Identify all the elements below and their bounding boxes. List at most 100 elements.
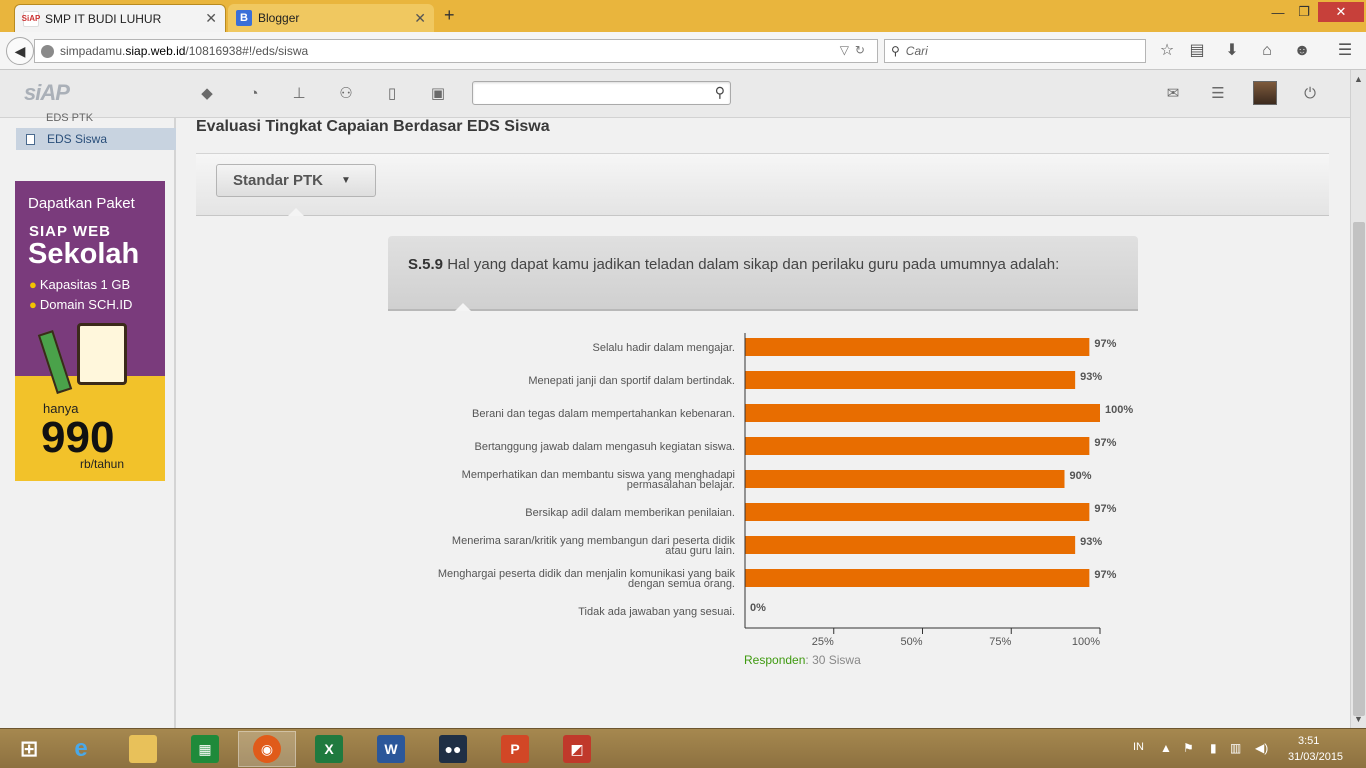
siap-logo[interactable]: siAP xyxy=(24,80,70,106)
maximize-icon[interactable]: ❐ xyxy=(1290,2,1318,22)
value-label: 97% xyxy=(1094,503,1116,515)
scroll-up-icon[interactable]: ▲ xyxy=(1354,74,1363,84)
scroll-thumb[interactable] xyxy=(1353,222,1365,716)
sidebar-item-eds-siswa[interactable]: EDS Siswa xyxy=(16,128,176,150)
x-tick-label: 25% xyxy=(812,636,834,648)
tab-close-icon[interactable]: ✕ xyxy=(205,10,217,27)
back-arrow-icon[interactable]: ◀ xyxy=(6,37,34,65)
value-label: 97% xyxy=(1094,437,1116,449)
browser-nav-bar: ◀ simpadamu. siap.web.id/10816938#!/eds/s… xyxy=(0,32,1366,70)
start-icon: ⊞ xyxy=(19,736,39,761)
blogger-favicon-icon: B xyxy=(236,10,252,26)
user-avatar[interactable] xyxy=(1253,81,1277,105)
clock-date[interactable]: 31/03/2015 xyxy=(1288,751,1343,763)
page-scrollbar[interactable]: ▲ ▼ xyxy=(1350,70,1366,728)
sitemap-icon[interactable]: ⊥ xyxy=(289,84,309,104)
page-title: Evaluasi Tingkat Capaian Berdasar EDS Si… xyxy=(196,118,550,135)
promo-bullet: ● Domain SCH.ID xyxy=(29,297,133,312)
taskbar-explorer[interactable] xyxy=(114,731,172,767)
value-label: 0% xyxy=(750,602,766,614)
tray-expand-icon[interactable]: ▲ xyxy=(1160,741,1172,755)
book-icon[interactable]: ▯ xyxy=(382,84,402,104)
taskbar-firefox[interactable]: ◉ xyxy=(238,731,296,767)
reload-icon[interactable]: ▽↻ xyxy=(840,43,871,57)
store-icon: ▦ xyxy=(191,735,219,763)
url-domain: siap.web.id xyxy=(125,44,186,58)
start-button[interactable]: ⊞ xyxy=(0,731,58,767)
taskbar-ppt-app[interactable]: P xyxy=(486,731,544,767)
home-icon[interactable]: ⌂ xyxy=(1257,41,1277,61)
bookmarks-list-icon[interactable]: ▤ xyxy=(1187,41,1207,61)
url-prefix: simpadamu. xyxy=(60,44,126,58)
internet-explorer-icon: e xyxy=(74,735,88,762)
bar xyxy=(745,371,1076,389)
tab-title: SMP IT BUDI LUHUR xyxy=(45,11,162,26)
tab-title: Blogger xyxy=(258,11,300,25)
respondent-value: 30 Siswa xyxy=(808,653,861,667)
list-icon[interactable]: ☰ xyxy=(1208,84,1228,104)
bar xyxy=(745,503,1090,521)
taskbar-ie[interactable]: e xyxy=(52,731,110,767)
browser-tab-bar: SiAP SMP IT BUDI LUHUR ✕ B Blogger ✕ + —… xyxy=(0,0,1366,32)
taskbar-store[interactable]: ▦ xyxy=(176,731,234,767)
bookmark-star-icon[interactable]: ☆ xyxy=(1157,41,1177,61)
value-label: 93% xyxy=(1080,371,1102,383)
hamburger-menu-icon[interactable]: ☰ xyxy=(1335,41,1355,61)
firefox-icon: ◉ xyxy=(253,735,281,763)
tab-smp-it-budi-luhur[interactable]: SiAP SMP IT BUDI LUHUR ✕ xyxy=(14,4,226,32)
filter-panel: Standar PTK ▼ xyxy=(196,154,1329,216)
sidebar-item-eds-ptk[interactable]: EDS PTK xyxy=(16,112,176,124)
minimize-icon[interactable]: — xyxy=(1264,2,1292,22)
category-label: permasalahan belajar. xyxy=(627,479,735,491)
promo-price-unit: rb/tahun xyxy=(80,457,125,471)
battery-icon[interactable]: ▮ xyxy=(1210,741,1217,755)
category-label: Berani dan tegas dalam mempertahankan ke… xyxy=(472,408,735,420)
new-tab-button[interactable]: + xyxy=(444,5,455,26)
volume-icon[interactable]: ◀) xyxy=(1255,741,1268,755)
left-sidebar: EDS PTK EDS Siswa Dapatkan Paket SIAP WE… xyxy=(0,112,176,728)
rss-icon[interactable]: ◔ xyxy=(244,84,264,104)
taskbar-word[interactable]: W xyxy=(362,731,420,767)
sidebar-item-label: EDS Siswa xyxy=(47,132,108,146)
url-path: /10816938#!/eds/siswa xyxy=(185,44,309,58)
flag-icon[interactable]: ⚑ xyxy=(1183,741,1194,755)
search-icon[interactable]: ⚲ xyxy=(715,84,725,101)
dropdown-label: Standar PTK xyxy=(233,172,324,189)
siap-favicon-icon: SiAP xyxy=(22,10,40,27)
bar xyxy=(745,536,1076,554)
cube-icon[interactable]: ◆ xyxy=(197,84,217,104)
value-label: 93% xyxy=(1080,536,1102,548)
promo-banner[interactable]: Dapatkan Paket SIAP WEB Sekolah ● Kapasit… xyxy=(15,181,165,481)
window-close-icon[interactable]: ✕ xyxy=(1318,2,1364,22)
taskbar-excel[interactable]: X xyxy=(300,731,358,767)
bar xyxy=(745,470,1065,488)
category-label: atau guru lain. xyxy=(665,545,735,557)
browser-search-input[interactable]: ⚲ Cari xyxy=(884,39,1146,63)
network-icon[interactable]: ▥ xyxy=(1230,741,1241,755)
contact-card-icon[interactable]: ▣ xyxy=(428,84,448,104)
bar xyxy=(745,338,1090,356)
clock-time[interactable]: 3:51 xyxy=(1298,735,1319,747)
excel-icon: X xyxy=(315,735,343,763)
tab-close-icon[interactable]: ✕ xyxy=(414,10,426,27)
question-header: S.5.9 Hal yang dapat kamu jadikan telada… xyxy=(388,236,1138,311)
response-bar-chart: Selalu hadir dalam mengajar. 97% Menepati … xyxy=(438,333,1133,648)
house-mascot-icon xyxy=(77,323,127,385)
taskbar-media[interactable]: ●● xyxy=(424,731,482,767)
bar xyxy=(745,437,1090,455)
tab-blogger[interactable]: B Blogger ✕ xyxy=(228,4,434,32)
download-icon[interactable]: ⬇ xyxy=(1222,41,1242,61)
category-label: Bertanggung jawab dalam mengasuh kegiata… xyxy=(475,441,736,453)
app-search-input[interactable]: ⚲ xyxy=(472,81,731,105)
taskbar-office-app[interactable]: ◩ xyxy=(548,731,606,767)
document-icon xyxy=(26,133,35,145)
address-bar[interactable]: simpadamu. siap.web.id/10816938#!/eds/sis… xyxy=(34,39,878,63)
chat-icon[interactable]: ☻ xyxy=(1292,41,1312,61)
standar-dropdown-button[interactable]: Standar PTK ▼ xyxy=(216,164,376,197)
scroll-down-icon[interactable]: ▼ xyxy=(1354,714,1363,724)
input-language[interactable]: IN xyxy=(1133,741,1144,753)
users-icon[interactable]: ⚇ xyxy=(336,84,356,104)
category-label: Menepati janji dan sportif dalam bertind… xyxy=(528,375,735,387)
power-icon[interactable]: ⏻ xyxy=(1300,84,1320,104)
mail-icon[interactable]: ✉ xyxy=(1163,84,1183,104)
